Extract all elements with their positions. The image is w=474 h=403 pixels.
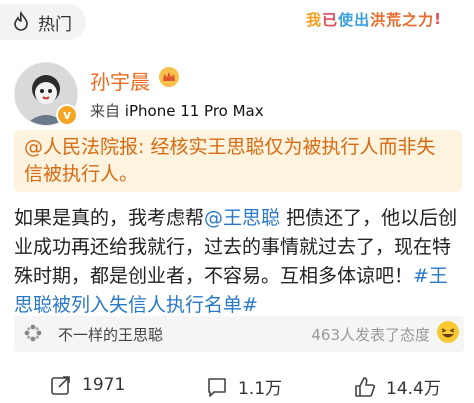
banner-part: 洪荒之力: [370, 10, 435, 29]
comment-button[interactable]: 1.1万: [206, 374, 282, 399]
laughing-emoji-icon[interactable]: [436, 320, 460, 344]
hot-label: 热门: [38, 14, 72, 35]
fire-icon: [14, 11, 28, 31]
post-source: 来自 iPhone 11 Pro Max: [90, 100, 264, 121]
post-body: 如果是真的，我考虑帮@王思聪 把债还了，他以后创业成功再还给我就行，过去的事情就…: [14, 204, 466, 320]
post-text-part: 如果是真的，我考虑帮: [14, 207, 205, 229]
author-name[interactable]: 孙宇晨: [90, 66, 150, 95]
topic-name[interactable]: 不一样的王思聪: [58, 324, 163, 345]
verified-badge: v: [56, 104, 78, 126]
source-prefix: 来自: [90, 102, 121, 120]
source-device: iPhone 11 Pro Max: [124, 102, 264, 120]
mention-link[interactable]: @王思聪: [204, 207, 280, 229]
comment-count: 1.1万: [238, 379, 283, 399]
like-count: 14.4万: [386, 379, 441, 399]
pinwheel-icon: [24, 324, 42, 342]
action-bar: 1971 1.1万 14.4万: [0, 360, 474, 403]
comment-icon: [208, 377, 226, 397]
crown-icon: [159, 67, 179, 87]
quote-text[interactable]: @人民法院报: 经核实王思聪仅为被执行人而非失信被执行人。: [24, 134, 454, 188]
banner-part: 我: [306, 10, 323, 29]
repost-count: 1971: [82, 375, 126, 395]
reaction-count: 463人发表了态度: [311, 326, 430, 344]
like-button[interactable]: 14.4万: [354, 374, 441, 399]
hot-tag[interactable]: 热门: [0, 4, 86, 40]
thumbs-up-icon: [355, 376, 375, 397]
banner-part: 已: [322, 10, 339, 29]
repost-button[interactable]: 1971: [50, 374, 125, 396]
repost-icon: [51, 376, 70, 395]
banner-part: !: [434, 10, 442, 28]
banner-slogan: 我 已 使出 洪荒之力 !: [284, 6, 464, 32]
banner-part: 使出: [338, 10, 371, 29]
